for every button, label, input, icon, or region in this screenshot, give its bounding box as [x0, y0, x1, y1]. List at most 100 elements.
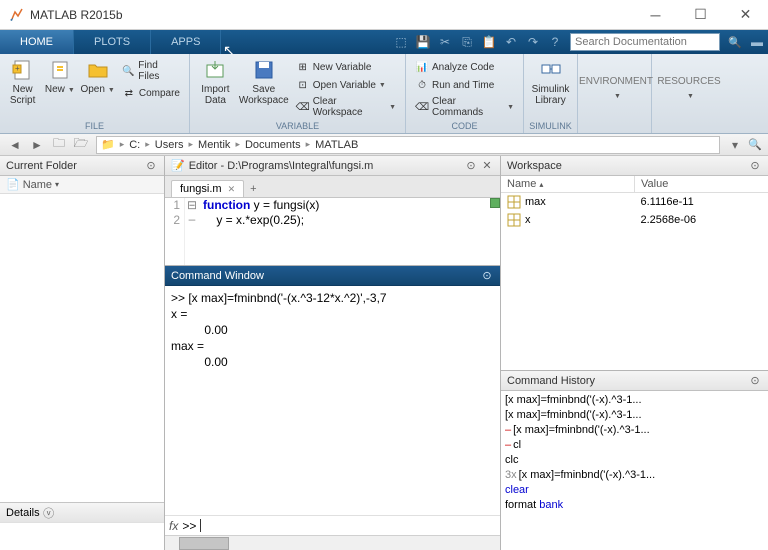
new-script-button[interactable]: + New Script: [4, 56, 41, 108]
current-folder-header: Current Folder ⊙: [0, 156, 164, 176]
redo-icon[interactable]: ↷: [523, 32, 543, 52]
import-data-button[interactable]: Import Data: [194, 56, 237, 108]
history-item[interactable]: [x max]=fminbnd('(-x).^3-1...: [505, 408, 764, 423]
folder-icon: 📁: [101, 138, 115, 151]
workspace-value-column[interactable]: Value: [635, 176, 768, 192]
search-button[interactable]: 🔍: [724, 32, 746, 52]
new-variable-icon: ⊞: [296, 60, 310, 74]
variable-icon: [507, 195, 521, 209]
minimize-toolstrip-icon[interactable]: ▬: [747, 32, 767, 52]
run-time-icon: ⏱: [415, 78, 429, 92]
address-path[interactable]: 📁 ▸ C:▸ Users▸ Mentik▸ Documents▸ MATLAB: [96, 136, 720, 154]
clear-workspace-icon: ⌫: [296, 100, 310, 114]
new-button[interactable]: New▼: [41, 56, 78, 98]
new-variable-button[interactable]: ⊞New Variable: [293, 59, 399, 75]
history-item[interactable]: clear: [505, 483, 764, 498]
ribbon-toolstrip: + New Script New▼ Open▼ 🔍Find Files ⇄Com…: [0, 54, 768, 134]
run-and-time-button[interactable]: ⏱Run and Time: [412, 77, 517, 93]
cut-icon[interactable]: ✂: [435, 32, 455, 52]
clear-commands-button[interactable]: ⌫Clear Commands▼: [412, 95, 517, 119]
paste-icon[interactable]: 📋: [479, 32, 499, 52]
history-item[interactable]: 3x[x max]=fminbnd('(-x).^3-1...: [505, 468, 764, 483]
editor-new-tab-button[interactable]: +: [244, 181, 262, 197]
clear-commands-icon: ⌫: [415, 100, 429, 114]
matlab-logo-icon: [8, 7, 24, 23]
help-icon[interactable]: ?: [545, 32, 565, 52]
history-item[interactable]: –cl: [505, 438, 764, 453]
workspace-menu-icon[interactable]: ⊙: [748, 159, 762, 173]
name-column-header[interactable]: 📄 Name ▾: [0, 176, 164, 194]
cursor-caret: [200, 519, 201, 532]
tab-home[interactable]: HOME: [0, 30, 74, 54]
open-variable-icon: ⊡: [296, 78, 310, 92]
editor-code-area[interactable]: 1 2 ⊟ – function y = fungsi(x) y = x.*ex…: [165, 198, 500, 265]
find-files-icon: 🔍: [122, 64, 135, 78]
tab-close-icon[interactable]: ✕: [228, 184, 236, 195]
save-icon[interactable]: 💾: [413, 32, 433, 52]
save-workspace-button[interactable]: Save Workspace: [237, 56, 291, 108]
svg-text:+: +: [15, 64, 20, 73]
import-data-icon: [203, 58, 227, 82]
toolstrip-icon[interactable]: ⬚: [391, 32, 411, 52]
panel-menu-icon[interactable]: ⊙: [144, 159, 158, 173]
variable-icon: [507, 213, 521, 227]
tab-plots[interactable]: PLOTS: [74, 30, 151, 54]
history-item[interactable]: format bank: [505, 498, 764, 513]
command-history-header: Command History ⊙: [501, 371, 768, 391]
save-workspace-icon: [252, 58, 276, 82]
editor-tab-fungsi[interactable]: fungsi.m ✕: [171, 180, 244, 197]
simulink-icon: [539, 58, 563, 82]
workspace-name-column[interactable]: Name▴: [501, 176, 635, 192]
history-item[interactable]: clc: [505, 453, 764, 468]
mouse-cursor-icon: ↖: [223, 42, 235, 59]
path-dropdown-button[interactable]: ▾: [725, 136, 745, 154]
history-item[interactable]: –[x max]=fminbnd('(-x).^3-1...: [505, 423, 764, 438]
clear-workspace-button[interactable]: ⌫Clear Workspace▼: [293, 95, 399, 119]
history-menu-icon[interactable]: ⊙: [748, 374, 762, 388]
command-history-body[interactable]: [x max]=fminbnd('(-x).^3-1... [x max]=fm…: [501, 391, 768, 550]
compare-icon: ⇄: [122, 86, 136, 100]
code-analyzer-status-icon[interactable]: [490, 198, 500, 208]
undo-icon[interactable]: ↶: [501, 32, 521, 52]
command-window-menu-icon[interactable]: ⊙: [480, 269, 494, 283]
details-header[interactable]: Details ⓥ: [0, 502, 164, 522]
simulink-library-button[interactable]: Simulink Library: [528, 56, 573, 108]
analyze-code-button[interactable]: 📊Analyze Code: [412, 59, 517, 75]
search-documentation-input[interactable]: [570, 33, 720, 51]
open-icon: [86, 58, 110, 82]
editor-menu-icon[interactable]: ⊙: [464, 159, 478, 173]
search-path-button[interactable]: 🔍: [746, 136, 764, 154]
editor-header: 📝 Editor - D:\Programs\Integral\fungsi.m…: [165, 156, 500, 176]
command-prompt[interactable]: fx >>: [165, 515, 500, 535]
copy-icon[interactable]: ⎘: [457, 32, 477, 52]
back-button[interactable]: ◄: [5, 136, 25, 154]
new-icon: [48, 58, 72, 82]
resources-button[interactable]: RESOURCES ▼: [656, 56, 722, 102]
browse-folder-button[interactable]: 🗁: [71, 136, 91, 154]
close-button[interactable]: ✕: [723, 0, 768, 30]
open-variable-button[interactable]: ⊡Open Variable▼: [293, 77, 399, 93]
environment-button[interactable]: ENVIRONMENT ▼: [582, 56, 650, 102]
command-window-body[interactable]: >> [x max]=fminbnd('-(x.^3-12*x.^2)',-3,…: [165, 286, 500, 515]
compare-button[interactable]: ⇄Compare: [119, 85, 183, 101]
details-body: [0, 522, 164, 550]
up-folder-button[interactable]: 🗀: [49, 136, 69, 154]
workspace-header: Workspace ⊙: [501, 156, 768, 176]
open-button[interactable]: Open▼: [78, 56, 116, 98]
find-files-button[interactable]: 🔍Find Files: [119, 59, 183, 83]
analyze-code-icon: 📊: [415, 60, 429, 74]
workspace-body[interactable]: max 6.1116e-11 x 2.2568e-06: [501, 193, 768, 370]
horizontal-scrollbar[interactable]: [165, 535, 500, 550]
forward-button[interactable]: ►: [27, 136, 47, 154]
new-script-icon: +: [11, 58, 35, 82]
workspace-row[interactable]: x 2.2568e-06: [501, 211, 768, 229]
tab-apps[interactable]: APPS: [151, 30, 221, 54]
current-folder-body[interactable]: [0, 194, 164, 502]
workspace-row[interactable]: max 6.1116e-11: [501, 193, 768, 211]
minimize-button[interactable]: ─: [633, 0, 678, 30]
window-title: MATLAB R2015b: [30, 8, 633, 22]
history-item[interactable]: [x max]=fminbnd('(-x).^3-1...: [505, 393, 764, 408]
maximize-button[interactable]: ☐: [678, 0, 723, 30]
fx-icon[interactable]: fx: [169, 519, 178, 533]
editor-close-icon[interactable]: ✕: [480, 159, 494, 173]
